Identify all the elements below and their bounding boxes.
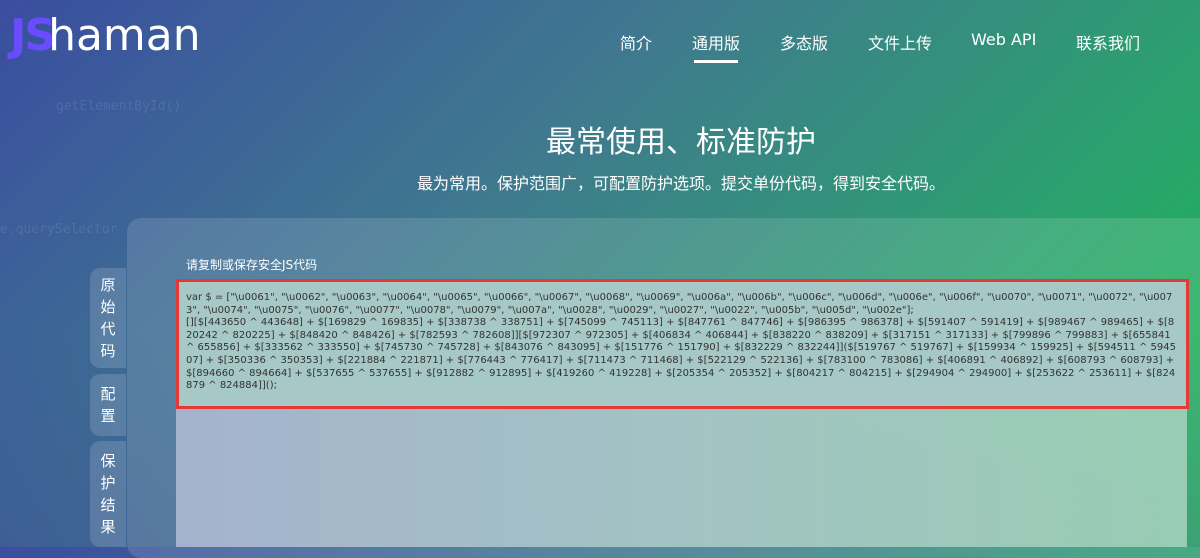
tab-original-code[interactable]: 原始代码: [90, 268, 126, 368]
tab-result[interactable]: 保护结果: [90, 441, 126, 547]
nav-item-intro[interactable]: 简介: [620, 30, 652, 54]
nav-item-general[interactable]: 通用版: [692, 30, 740, 63]
logo-wordmark: haman: [48, 9, 201, 61]
hero-title: 最常使用、标准防护: [546, 125, 816, 160]
nav-item-polymorphic[interactable]: 多态版: [780, 30, 828, 54]
nav-item-contact[interactable]: 联系我们: [1076, 30, 1140, 54]
tab-original-code-label: 原始代码: [100, 276, 116, 360]
nav-item-file-upload[interactable]: 文件上传: [868, 30, 932, 54]
code-output-empty-space: [176, 405, 1187, 547]
hero-subtitle: 最为常用。保护范围广，可配置防护选项。提交单份代码，得到安全代码。: [416, 174, 945, 193]
tab-result-label: 保护结果: [100, 452, 116, 536]
tab-config-label: 配置: [100, 385, 116, 425]
background-decoration: e.querySelector: [0, 222, 118, 237]
background-decoration: getElementById(): [56, 99, 182, 114]
protected-code-text[interactable]: var $ = ["\u0061", "\u0062", "\u0063", "…: [186, 292, 1176, 393]
code-output-label: 请复制或保存安全JS代码: [186, 258, 318, 272]
site-logo[interactable]: JS haman: [10, 9, 201, 61]
tab-config[interactable]: 配置: [90, 374, 126, 436]
nav-item-web-api[interactable]: Web API: [971, 30, 1036, 49]
